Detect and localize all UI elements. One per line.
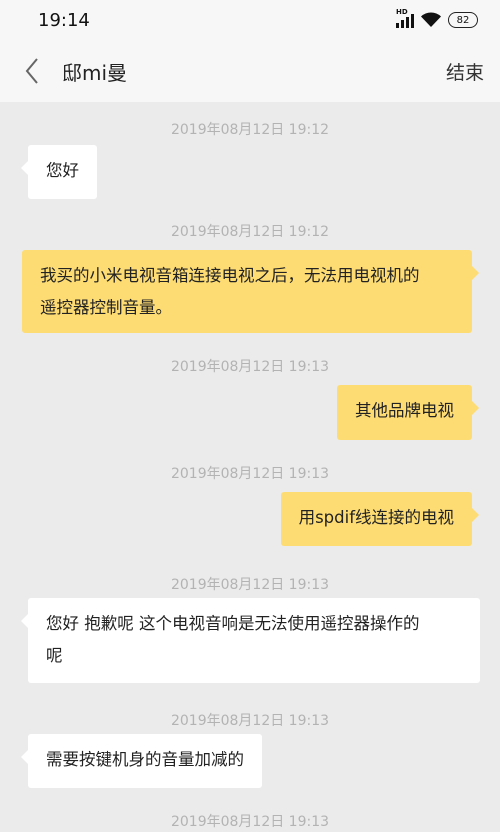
message-outgoing[interactable]: 用spdif线连接的电视 [280,492,480,546]
end-chat-button[interactable]: 结束 [446,58,484,85]
status-icons: HD 82 [396,8,478,28]
nav-bar: 邸mi曼 结束 [0,40,500,102]
chat-title: 邸mi曼 [62,60,128,85]
message-text-line: 我买的小米电视音箱连接电视之后，无法用电视机的 [40,266,420,285]
message-timestamp: 2019年08月12日 19:13 [170,814,330,830]
message-text-line: 您好 抱歉呢 这个电视音响是无法使用遥控器操作的 [46,614,420,633]
message-timestamp: 2019年08月12日 19:12 [170,224,330,240]
chevron-left-icon [25,58,38,84]
message-text: 您好 [46,161,79,180]
message-text: 用spdif线连接的电视 [298,508,454,527]
message-text-line: 遥控器控制音量。 [40,298,172,317]
message-timestamp: 2019年08月12日 19:13 [170,577,330,593]
status-bar: 19:14 HD 82 [0,0,500,40]
wifi-icon [420,12,442,28]
message-text: 需要按键机身的音量加减的 [46,750,244,769]
message-text-line: 呢 [46,646,63,665]
message-outgoing[interactable]: 我买的小米电视音箱连接电视之后，无法用电视机的 遥控器控制音量。 [22,250,479,333]
hd-label: HD [396,8,408,16]
battery-icon: 82 [448,12,478,28]
chat-area[interactable]: 2019年08月12日 19:12 您好 2019年08月12日 19:12 我… [0,102,500,832]
back-button[interactable] [6,40,58,102]
message-timestamp: 2019年08月12日 19:13 [170,466,330,482]
message-incoming[interactable]: 您好 抱歉呢 这个电视音响是无法使用遥控器操作的 呢 [21,598,480,683]
message-incoming[interactable]: 您好 [21,145,97,199]
message-incoming[interactable]: 需要按键机身的音量加减的 [21,734,262,788]
signal-icon: HD [396,8,414,28]
message-timestamp: 2019年08月12日 19:13 [170,359,330,375]
status-time: 19:14 [38,9,90,31]
message-outgoing[interactable]: 其他品牌电视 [337,385,479,440]
message-timestamp: 2019年08月12日 19:12 [170,122,330,138]
message-text: 其他品牌电视 [355,401,454,420]
message-timestamp: 2019年08月12日 19:13 [170,713,330,729]
